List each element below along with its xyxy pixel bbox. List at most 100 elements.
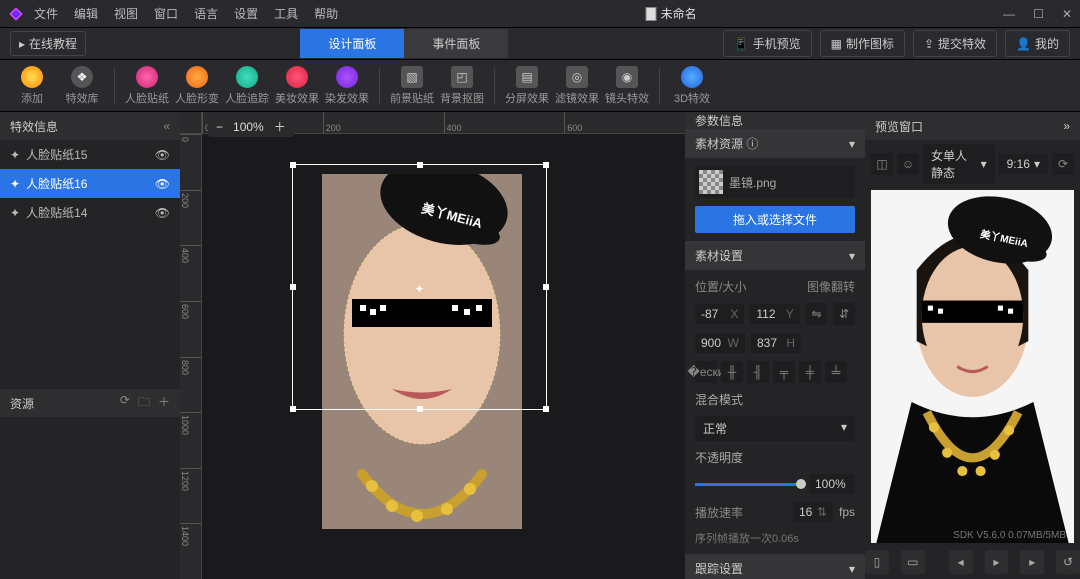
blend-mode-select[interactable]: 正常▾	[695, 416, 855, 441]
visibility-icon[interactable]: 👁	[155, 148, 170, 162]
tool-face-sticker[interactable]: 人脸贴纸	[125, 66, 169, 106]
align-vcenter-button[interactable]: ╪	[799, 361, 821, 383]
layer-type-icon: ✦	[10, 148, 20, 162]
tool-split[interactable]: ▤分屏效果	[505, 66, 549, 106]
make-icon-button[interactable]: ▦制作图标	[820, 30, 905, 57]
add-resource-icon[interactable]: ＋	[158, 393, 170, 414]
tool-hair[interactable]: 染发效果	[325, 66, 369, 106]
zoom-out-icon[interactable]: −	[216, 120, 223, 134]
tool-face-morph[interactable]: 人脸形变	[175, 66, 219, 106]
preview-mode-a-button[interactable]: ◫	[871, 153, 893, 175]
preview-reset-button[interactable]: ↺	[1056, 550, 1080, 574]
drop-file-button[interactable]: 拖入或选择文件	[695, 206, 855, 233]
tool-3d[interactable]: 3D特效	[670, 66, 714, 106]
tool-add[interactable]: 添加	[10, 66, 54, 106]
chevron-down-icon: ▾	[981, 157, 987, 171]
opacity-value[interactable]: 100%	[809, 474, 855, 494]
menu-language[interactable]: 语言	[194, 5, 218, 22]
online-tutorial-button[interactable]: ▸ 在线教程	[10, 31, 86, 56]
menu-settings[interactable]: 设置	[234, 5, 258, 22]
menu-file[interactable]: 文件	[34, 5, 58, 22]
layer-item[interactable]: ✦人脸贴纸16👁	[0, 169, 180, 198]
tool-face-track[interactable]: 人脸追踪	[225, 66, 269, 106]
align-hcenter-button[interactable]: ╫	[721, 361, 743, 383]
tool-beauty[interactable]: 美妆效果	[275, 66, 319, 106]
chevron-down-icon: ▾	[849, 562, 855, 576]
opacity-label: 不透明度	[695, 449, 855, 466]
tool-fg-sticker[interactable]: ▧前景贴纸	[390, 66, 434, 106]
menu-help[interactable]: 帮助	[314, 5, 338, 22]
y-input[interactable]: 112Y	[750, 304, 799, 324]
play-speed-label: 播放速率	[695, 504, 787, 521]
align-right-button[interactable]: ╢	[747, 361, 769, 383]
align-top-button[interactable]: ╤	[773, 361, 795, 383]
maximize-icon[interactable]: ☐	[1033, 7, 1044, 21]
chevron-down-icon: ▾	[849, 137, 855, 151]
selection-box[interactable]: ✦	[292, 164, 547, 410]
upload-icon: ⇪	[924, 37, 934, 51]
preview-device-b-button[interactable]: ▭	[901, 550, 925, 574]
collapse-icon[interactable]: «	[163, 119, 170, 133]
image-icon: ▦	[831, 37, 842, 51]
track-settings-header[interactable]: 跟踪设置▾	[685, 554, 865, 579]
menu-edit[interactable]: 编辑	[74, 5, 98, 22]
menu-view[interactable]: 视图	[114, 5, 138, 22]
preview-next-button[interactable]: ▸	[1020, 550, 1044, 574]
opacity-slider[interactable]	[695, 483, 801, 486]
tool-filter[interactable]: ◎滤镜效果	[555, 66, 599, 106]
tool-lens[interactable]: ◉镜头特效	[605, 66, 649, 106]
phone-preview-button[interactable]: 📱手机预览	[723, 30, 812, 57]
document-icon	[645, 7, 657, 21]
tab-design-panel[interactable]: 设计面板	[300, 29, 404, 58]
align-left-button[interactable]: �ески	[695, 361, 717, 383]
material-resource-header[interactable]: 素材资源 ⓘ▾	[685, 129, 865, 158]
preview-play-button[interactable]: ▸	[985, 550, 1009, 574]
folder-icon[interactable]: 🗀	[138, 393, 150, 414]
w-input[interactable]: 900W	[695, 333, 745, 353]
aspect-ratio-select[interactable]: 9:16▾	[999, 154, 1048, 174]
play-icon: ▸	[19, 37, 25, 51]
tool-bg-cutout[interactable]: ◰背景抠图	[440, 66, 484, 106]
zoom-control[interactable]: − 100% ＋	[208, 116, 294, 137]
zoom-in-icon[interactable]: ＋	[274, 118, 286, 135]
visibility-icon[interactable]: 👁	[155, 206, 170, 220]
mine-button[interactable]: 👤我的	[1005, 30, 1070, 57]
visibility-icon[interactable]: 👁	[155, 177, 170, 191]
chevron-down-icon: ▾	[1034, 157, 1040, 171]
asset-thumbnail	[699, 170, 723, 194]
zoom-value: 100%	[233, 120, 264, 134]
menu-window[interactable]: 窗口	[154, 5, 178, 22]
preview-device-a-button[interactable]: ▯	[865, 550, 889, 574]
fps-input[interactable]: 16⇅	[793, 502, 833, 522]
expand-icon[interactable]: »	[1063, 119, 1070, 133]
flip-label: 图像翻转	[778, 278, 855, 295]
h-input[interactable]: 837H	[751, 333, 801, 353]
preview-model-select[interactable]: 女单人静态▾	[923, 144, 995, 184]
canvas[interactable]: 0200400600 0200400600800100012001400 − 1…	[180, 112, 685, 579]
align-bottom-button[interactable]: ╧	[825, 361, 847, 383]
layer-type-icon: ✦	[10, 177, 20, 191]
tab-event-panel[interactable]: 事件面板	[404, 29, 508, 58]
refresh-icon[interactable]: ⟳	[120, 393, 130, 414]
preview-refresh-button[interactable]: ⟳	[1052, 153, 1074, 175]
minimize-icon[interactable]: —	[1003, 7, 1015, 21]
flip-v-button[interactable]: ⇵	[833, 303, 855, 325]
layer-type-icon: ✦	[10, 206, 20, 220]
preview-prev-button[interactable]: ◂	[949, 550, 973, 574]
layer-item[interactable]: ✦人脸贴纸15👁	[0, 140, 180, 169]
layer-item[interactable]: ✦人脸贴纸14👁	[0, 198, 180, 227]
pos-size-label: 位置/大小	[695, 278, 772, 295]
preview-mode-b-button[interactable]: ☺	[897, 153, 919, 175]
main-menu: 文件 编辑 视图 窗口 语言 设置 工具 帮助	[34, 5, 338, 22]
asset-item[interactable]: 墨镜.png	[695, 166, 855, 198]
submit-effect-button[interactable]: ⇪提交特效	[913, 30, 997, 57]
tool-fxlib[interactable]: ❖特效库	[60, 66, 104, 106]
x-input[interactable]: -87X	[695, 304, 744, 324]
flip-h-button[interactable]: ⇋	[806, 303, 828, 325]
fps-unit: fps	[839, 505, 855, 519]
effects-info-header: 特效信息 «	[0, 112, 180, 140]
material-settings-header[interactable]: 素材设置▾	[685, 241, 865, 270]
menu-tools[interactable]: 工具	[274, 5, 298, 22]
close-icon[interactable]: ✕	[1062, 7, 1072, 21]
resources-header: 资源 ⟳ 🗀 ＋	[0, 389, 180, 417]
